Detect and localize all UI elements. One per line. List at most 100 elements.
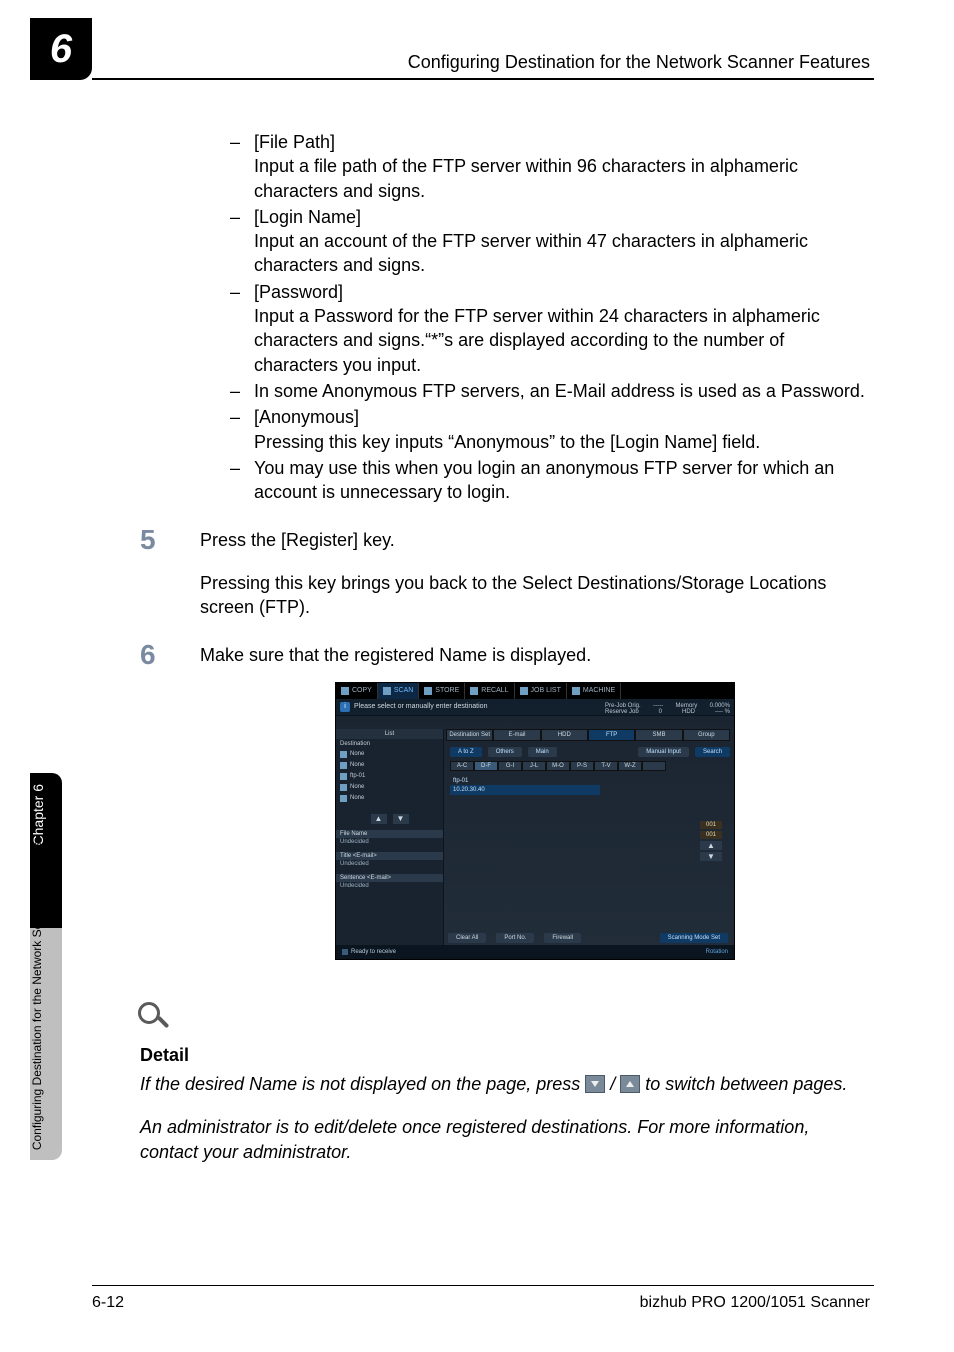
bullet-desc: In some Anonymous FTP servers, an E-Mail… xyxy=(254,379,870,403)
bullet-title: [File Path] xyxy=(254,132,335,152)
bullet-item: [File Path] Input a file path of the FTP… xyxy=(230,130,870,203)
ss-counter: 001 001 ▲ ▼ xyxy=(700,821,722,863)
info-icon: i xyxy=(340,702,350,712)
bullet-item: You may use this when you login an anony… xyxy=(230,456,870,505)
machine-icon xyxy=(572,687,580,695)
bullet-title: [Anonymous] xyxy=(254,407,359,427)
ss-mode-group[interactable]: Group xyxy=(683,729,730,741)
footer-rule xyxy=(92,1285,874,1286)
ss-alpha-key[interactable]: J-L xyxy=(522,761,546,771)
ss-left-row: None xyxy=(336,760,443,771)
bullet-list: [File Path] Input a file path of the FTP… xyxy=(230,130,870,504)
ss-mode-ftp[interactable]: FTP xyxy=(588,729,635,741)
recall-icon xyxy=(470,687,478,695)
ss-alpha-key[interactable]: W-Z xyxy=(618,761,642,771)
bullet-desc: Pressing this key inputs “Anonymous” to … xyxy=(254,430,870,454)
bullet-item: In some Anonymous FTP servers, an E-Mail… xyxy=(230,379,870,403)
ss-left-section: Title <E-mail> Undecided xyxy=(336,852,443,868)
ss-entry-name: ftp-01 xyxy=(450,777,600,785)
bullet-desc: Input a Password for the FTP server with… xyxy=(254,304,870,377)
ss-alpha-key[interactable] xyxy=(642,761,666,771)
status-icon xyxy=(342,949,348,955)
ss-left-row: None xyxy=(336,793,443,804)
detail-paragraph: An administrator is to edit/delete once … xyxy=(140,1115,870,1165)
ss-left-nav: ▲ ▼ xyxy=(336,814,443,824)
ss-btn-firewall[interactable]: Firewall xyxy=(544,933,581,943)
ss-alpha-key[interactable]: D-F xyxy=(474,761,498,771)
detail-block: Detail If the desired Name is not displa… xyxy=(140,1000,870,1166)
ss-btn-main[interactable]: Main xyxy=(528,747,557,757)
step-number: 6 xyxy=(140,639,156,671)
bullet-item: [Anonymous] Pressing this key inputs “An… xyxy=(230,405,870,454)
down-keycap-icon xyxy=(585,1075,605,1093)
ss-btn-portno[interactable]: Port No. xyxy=(496,933,534,943)
ss-alpha-key[interactable]: A-C xyxy=(450,761,474,771)
ss-btn-scanmode[interactable]: Scanning Mode Set xyxy=(660,933,728,943)
arrow-up-icon[interactable]: ▲ xyxy=(700,841,722,850)
ss-tab-recall[interactable]: RECALL xyxy=(465,683,514,699)
store-icon xyxy=(424,687,432,695)
detail-paragraph: If the desired Name is not displayed on … xyxy=(140,1072,870,1097)
ss-mode-hdd[interactable]: HDD xyxy=(541,729,588,741)
ss-left-row: None xyxy=(336,749,443,760)
scan-icon xyxy=(383,687,391,695)
ss-btn-atoz[interactable]: A to Z xyxy=(450,747,482,757)
bullet-desc: You may use this when you login an anony… xyxy=(254,456,870,505)
ss-btn-others[interactable]: Others xyxy=(488,747,522,757)
ss-entry-ip: 10.20.30.40 xyxy=(450,785,600,795)
chapter-corner-tab: 6 xyxy=(30,18,92,80)
ss-alpha-key[interactable]: M-O xyxy=(546,761,570,771)
top-rule xyxy=(92,78,874,80)
bullet-desc: Input an account of the FTP server withi… xyxy=(254,229,870,278)
ss-mode-destset[interactable]: Destination Set xyxy=(446,729,493,741)
footer: 6-12 bizhub PRO 1200/1051 Scanner xyxy=(92,1294,870,1312)
ss-status-left: Ready to receive xyxy=(342,949,396,955)
ss-mode-row: Destination Set E-mail HDD FTP SMB Group xyxy=(446,729,730,741)
chapter-number: 6 xyxy=(50,27,72,72)
bullet-title: [Password] xyxy=(254,282,343,302)
ss-left-header: List xyxy=(336,729,443,739)
ss-status-right: Rotation xyxy=(706,949,728,955)
side-chapter-label: Chapter 6 xyxy=(30,784,62,845)
ss-btn-clearall[interactable]: Clear All xyxy=(448,933,486,943)
ss-entry[interactable]: ftp-01 10.20.30.40 xyxy=(450,777,600,795)
bullet-item: [Login Name] Input an account of the FTP… xyxy=(230,205,870,278)
ss-tab-joblist[interactable]: JOB LIST xyxy=(515,683,567,699)
ss-left-row: ftp-01 xyxy=(336,771,443,782)
ss-tab-copy[interactable]: COPY xyxy=(336,683,378,699)
step-5: 5 Press the [Register] key. Pressing thi… xyxy=(140,528,870,619)
dest-icon xyxy=(340,795,347,802)
ss-tab-scan[interactable]: SCAN xyxy=(378,683,419,699)
ss-alpha-key[interactable]: T-V xyxy=(594,761,618,771)
ss-btn-search[interactable]: Search xyxy=(695,747,730,757)
ss-tab-bar: COPY SCAN STORE RECALL JOB LIST MACHINE xyxy=(336,683,734,699)
side-long-label: Configuring Destination for the Network … xyxy=(30,842,62,1150)
ss-alpha-key[interactable]: P-S xyxy=(570,761,594,771)
ss-mode-smb[interactable]: SMB xyxy=(635,729,682,741)
ss-stats: Pre-Job Orig.-----Memory0.000% Reserve J… xyxy=(605,703,730,715)
product-name: bizhub PRO 1200/1051 Scanner xyxy=(640,1294,870,1312)
ss-tab-machine[interactable]: MACHINE xyxy=(567,683,621,699)
bullet-title: [Login Name] xyxy=(254,207,361,227)
step-text: Make sure that the registered Name is di… xyxy=(200,643,870,667)
bullet-desc: Input a file path of the FTP server with… xyxy=(254,154,870,203)
dest-icon xyxy=(340,751,347,758)
arrow-down-icon[interactable]: ▼ xyxy=(700,852,722,861)
step-6: 6 Make sure that the registered Name is … xyxy=(140,643,870,667)
ss-message-text: Please select or manually enter destinat… xyxy=(354,703,487,710)
step-number: 5 xyxy=(140,524,156,556)
ss-btn-manual[interactable]: Manual Input xyxy=(638,747,689,757)
copy-icon xyxy=(341,687,349,695)
ss-alpha-row: A-C D-F G-I J-L M-O P-S T-V W-Z xyxy=(450,761,730,771)
device-screenshot: COPY SCAN STORE RECALL JOB LIST MACHINE … xyxy=(335,682,735,960)
magnifier-icon xyxy=(136,1000,172,1036)
ss-alpha-key[interactable]: G-I xyxy=(498,761,522,771)
ss-tab-store[interactable]: STORE xyxy=(419,683,465,699)
nav-up-icon[interactable]: ▲ xyxy=(371,814,387,824)
page-number: 6-12 xyxy=(92,1294,124,1312)
dest-icon xyxy=(340,762,347,769)
step-text: Pressing this key brings you back to the… xyxy=(200,571,870,620)
nav-down-icon[interactable]: ▼ xyxy=(393,814,409,824)
ss-status-bar: Ready to receive Rotation xyxy=(336,945,734,959)
ss-mode-email[interactable]: E-mail xyxy=(493,729,540,741)
